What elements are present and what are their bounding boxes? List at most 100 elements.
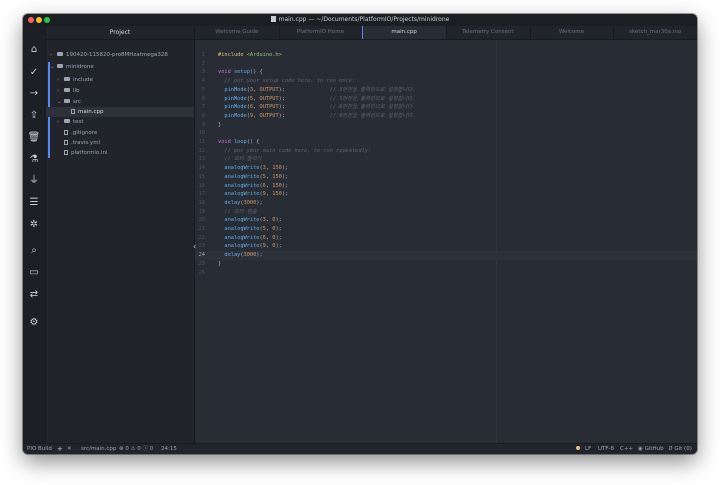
code-line[interactable]: #include <Arduino.h>	[218, 51, 282, 60]
grammar-selector[interactable]: C++	[620, 444, 633, 454]
chevron-down-icon[interactable]: ⌄	[50, 62, 57, 72]
file-encoding[interactable]: UTF-8	[598, 444, 614, 454]
line-number[interactable]: 17	[195, 190, 205, 199]
code-line[interactable]: delay(3000);	[218, 251, 262, 260]
line-number[interactable]: 21	[195, 225, 205, 234]
code-line[interactable]: analogWrite(6, 0);	[218, 234, 281, 243]
line-number[interactable]: 9	[195, 121, 205, 130]
upload-cloud-icon[interactable]: ⇪	[26, 109, 42, 123]
line-number[interactable]: 25	[195, 260, 205, 269]
line-number[interactable]: 6	[195, 95, 205, 104]
tab-5[interactable]: sketch_mar30a.ino	[613, 26, 697, 39]
collapse-panel-icon[interactable]: ‹	[193, 242, 196, 251]
chevron-right-icon[interactable]: ›	[50, 50, 57, 60]
code-line[interactable]: pinMode(9, OUTPUT); // 9번핀을 출력핀으로 설정합니다.	[218, 112, 415, 121]
tab-0[interactable]: Welcome Guide	[195, 26, 280, 39]
arrow-right-icon[interactable]: →	[26, 87, 42, 101]
plug-icon[interactable]: ⏚	[26, 174, 42, 188]
plug-socket-icon[interactable]: ⇄	[26, 288, 42, 302]
line-number[interactable]: 16	[195, 182, 205, 191]
chevron-right-icon[interactable]: ›	[57, 86, 64, 96]
code-line[interactable]: analogWrite(6, 150);	[218, 182, 288, 191]
tree-item-label: include	[73, 77, 93, 83]
chevron-right-icon[interactable]: ›	[57, 75, 64, 85]
tree-item[interactable]: main.cpp	[46, 107, 194, 117]
github-button[interactable]: ◉ GitHub	[638, 444, 664, 454]
code-line[interactable]: // 모터 멈춤	[218, 208, 256, 217]
close-terminal-icon[interactable]: ✕	[67, 444, 72, 454]
line-number[interactable]: 2	[195, 60, 205, 69]
code-line[interactable]: }	[218, 260, 221, 269]
tab-1[interactable]: PlatformIO Home	[279, 26, 364, 39]
code-line[interactable]: // put your main code here, to run repea…	[218, 147, 371, 156]
code-line[interactable]: // put your setup code here, to run once…	[218, 77, 355, 86]
line-number[interactable]: 10	[195, 129, 205, 138]
flask-icon[interactable]: ⚗	[26, 153, 42, 167]
line-ending[interactable]: LF	[585, 444, 591, 454]
code-line[interactable]: analogWrite(9, 150);	[218, 190, 288, 199]
tab-2[interactable]: main.cpp	[362, 26, 447, 39]
code-line[interactable]: pinMode(5, OUTPUT); // 5번핀을 출력핀으로 설정합니다.	[218, 95, 415, 104]
code-line[interactable]: pinMode(6, OUTPUT); // 6번핀을 출력핀으로 설정합니다.	[218, 103, 415, 112]
code-line[interactable]: // 모터 돌리기	[218, 155, 261, 164]
code-line[interactable]: void loop() {	[218, 138, 259, 147]
bug-icon[interactable]: ✲	[26, 218, 42, 232]
tree-item[interactable]: platformio.ini	[46, 148, 194, 158]
tree-item[interactable]: › 190420-115820-pro8MHzatmega328	[46, 50, 194, 60]
line-number[interactable]: 7	[195, 103, 205, 112]
tree-item[interactable]: .gitignore	[46, 128, 194, 138]
search-icon[interactable]: ⌕	[26, 244, 42, 258]
code-line[interactable]: analogWrite(9, 0);	[218, 242, 281, 251]
code-line[interactable]: pinMode(3, OUTPUT); // 3번핀을 출력핀으로 설정합니다.	[218, 86, 415, 95]
tree-item[interactable]: ⌄ minidrone	[46, 62, 194, 72]
line-number[interactable]: 11	[195, 138, 205, 147]
code-line[interactable]: analogWrite(3, 150);	[218, 164, 288, 173]
check-icon[interactable]: ✓	[26, 66, 42, 80]
code-line[interactable]: delay(3000);	[218, 199, 263, 208]
code-line[interactable]: }	[218, 121, 221, 130]
tree-item[interactable]: › lib	[46, 86, 194, 96]
pio-home-icon[interactable]: ⌂	[26, 43, 42, 57]
line-number[interactable]: 24	[195, 251, 205, 260]
code-token: );	[256, 199, 263, 206]
problems-counter[interactable]: ⊗ 0 ⚠ 0 ⓘ 0	[119, 444, 153, 454]
code-line[interactable]: void setup() {	[218, 68, 263, 77]
line-number[interactable]: 12	[195, 147, 205, 156]
folder-icon	[64, 119, 70, 123]
line-number[interactable]: 18	[195, 199, 205, 208]
tab-4[interactable]: Welcome	[530, 26, 615, 39]
task-list-icon[interactable]: ☰	[26, 196, 42, 210]
line-number[interactable]: 22	[195, 234, 205, 243]
trash-icon[interactable]: 🗑	[26, 131, 42, 145]
current-file-path[interactable]: src/main.cpp	[81, 444, 116, 454]
gear-icon[interactable]: ⚙	[26, 316, 42, 330]
add-terminal-icon[interactable]: +	[57, 444, 63, 454]
line-number[interactable]: 19	[195, 208, 205, 217]
line-number[interactable]: 4	[195, 77, 205, 86]
line-number[interactable]: 23	[195, 242, 205, 251]
pio-build-button[interactable]: PIO Build	[27, 444, 52, 454]
code-editor[interactable]: 1 #include <Arduino.h> 2 3 void setup() { 4 /…	[193, 40, 697, 443]
code-line[interactable]: analogWrite(5, 0);	[218, 225, 281, 234]
tree-item[interactable]: .travis.yml	[46, 138, 194, 148]
cursor-position[interactable]: 24:15	[161, 444, 177, 454]
line-number[interactable]: 3	[195, 68, 205, 77]
line-number[interactable]: 15	[195, 173, 205, 182]
tree-item[interactable]: ⌄ src	[46, 97, 194, 107]
code-line[interactable]: analogWrite(5, 150);	[218, 173, 288, 182]
terminal-icon[interactable]: ▭	[26, 266, 42, 280]
code-line[interactable]: analogWrite(3, 0);	[218, 216, 281, 225]
line-number[interactable]: 20	[195, 216, 205, 225]
line-number[interactable]: 14	[195, 164, 205, 173]
line-number[interactable]: 26	[195, 269, 205, 278]
tree-item[interactable]: › test	[46, 117, 194, 127]
tab-3[interactable]: Telemetry Consent	[446, 26, 531, 39]
git-button[interactable]: ⇵ Git (0)	[668, 444, 692, 454]
chevron-down-icon[interactable]: ⌄	[57, 97, 64, 107]
chevron-right-icon[interactable]: ›	[57, 117, 64, 127]
line-number[interactable]: 13	[195, 155, 205, 164]
line-number[interactable]: 1	[195, 51, 205, 60]
tree-item[interactable]: › include	[46, 75, 194, 85]
line-number[interactable]: 5	[195, 86, 205, 95]
line-number[interactable]: 8	[195, 112, 205, 121]
